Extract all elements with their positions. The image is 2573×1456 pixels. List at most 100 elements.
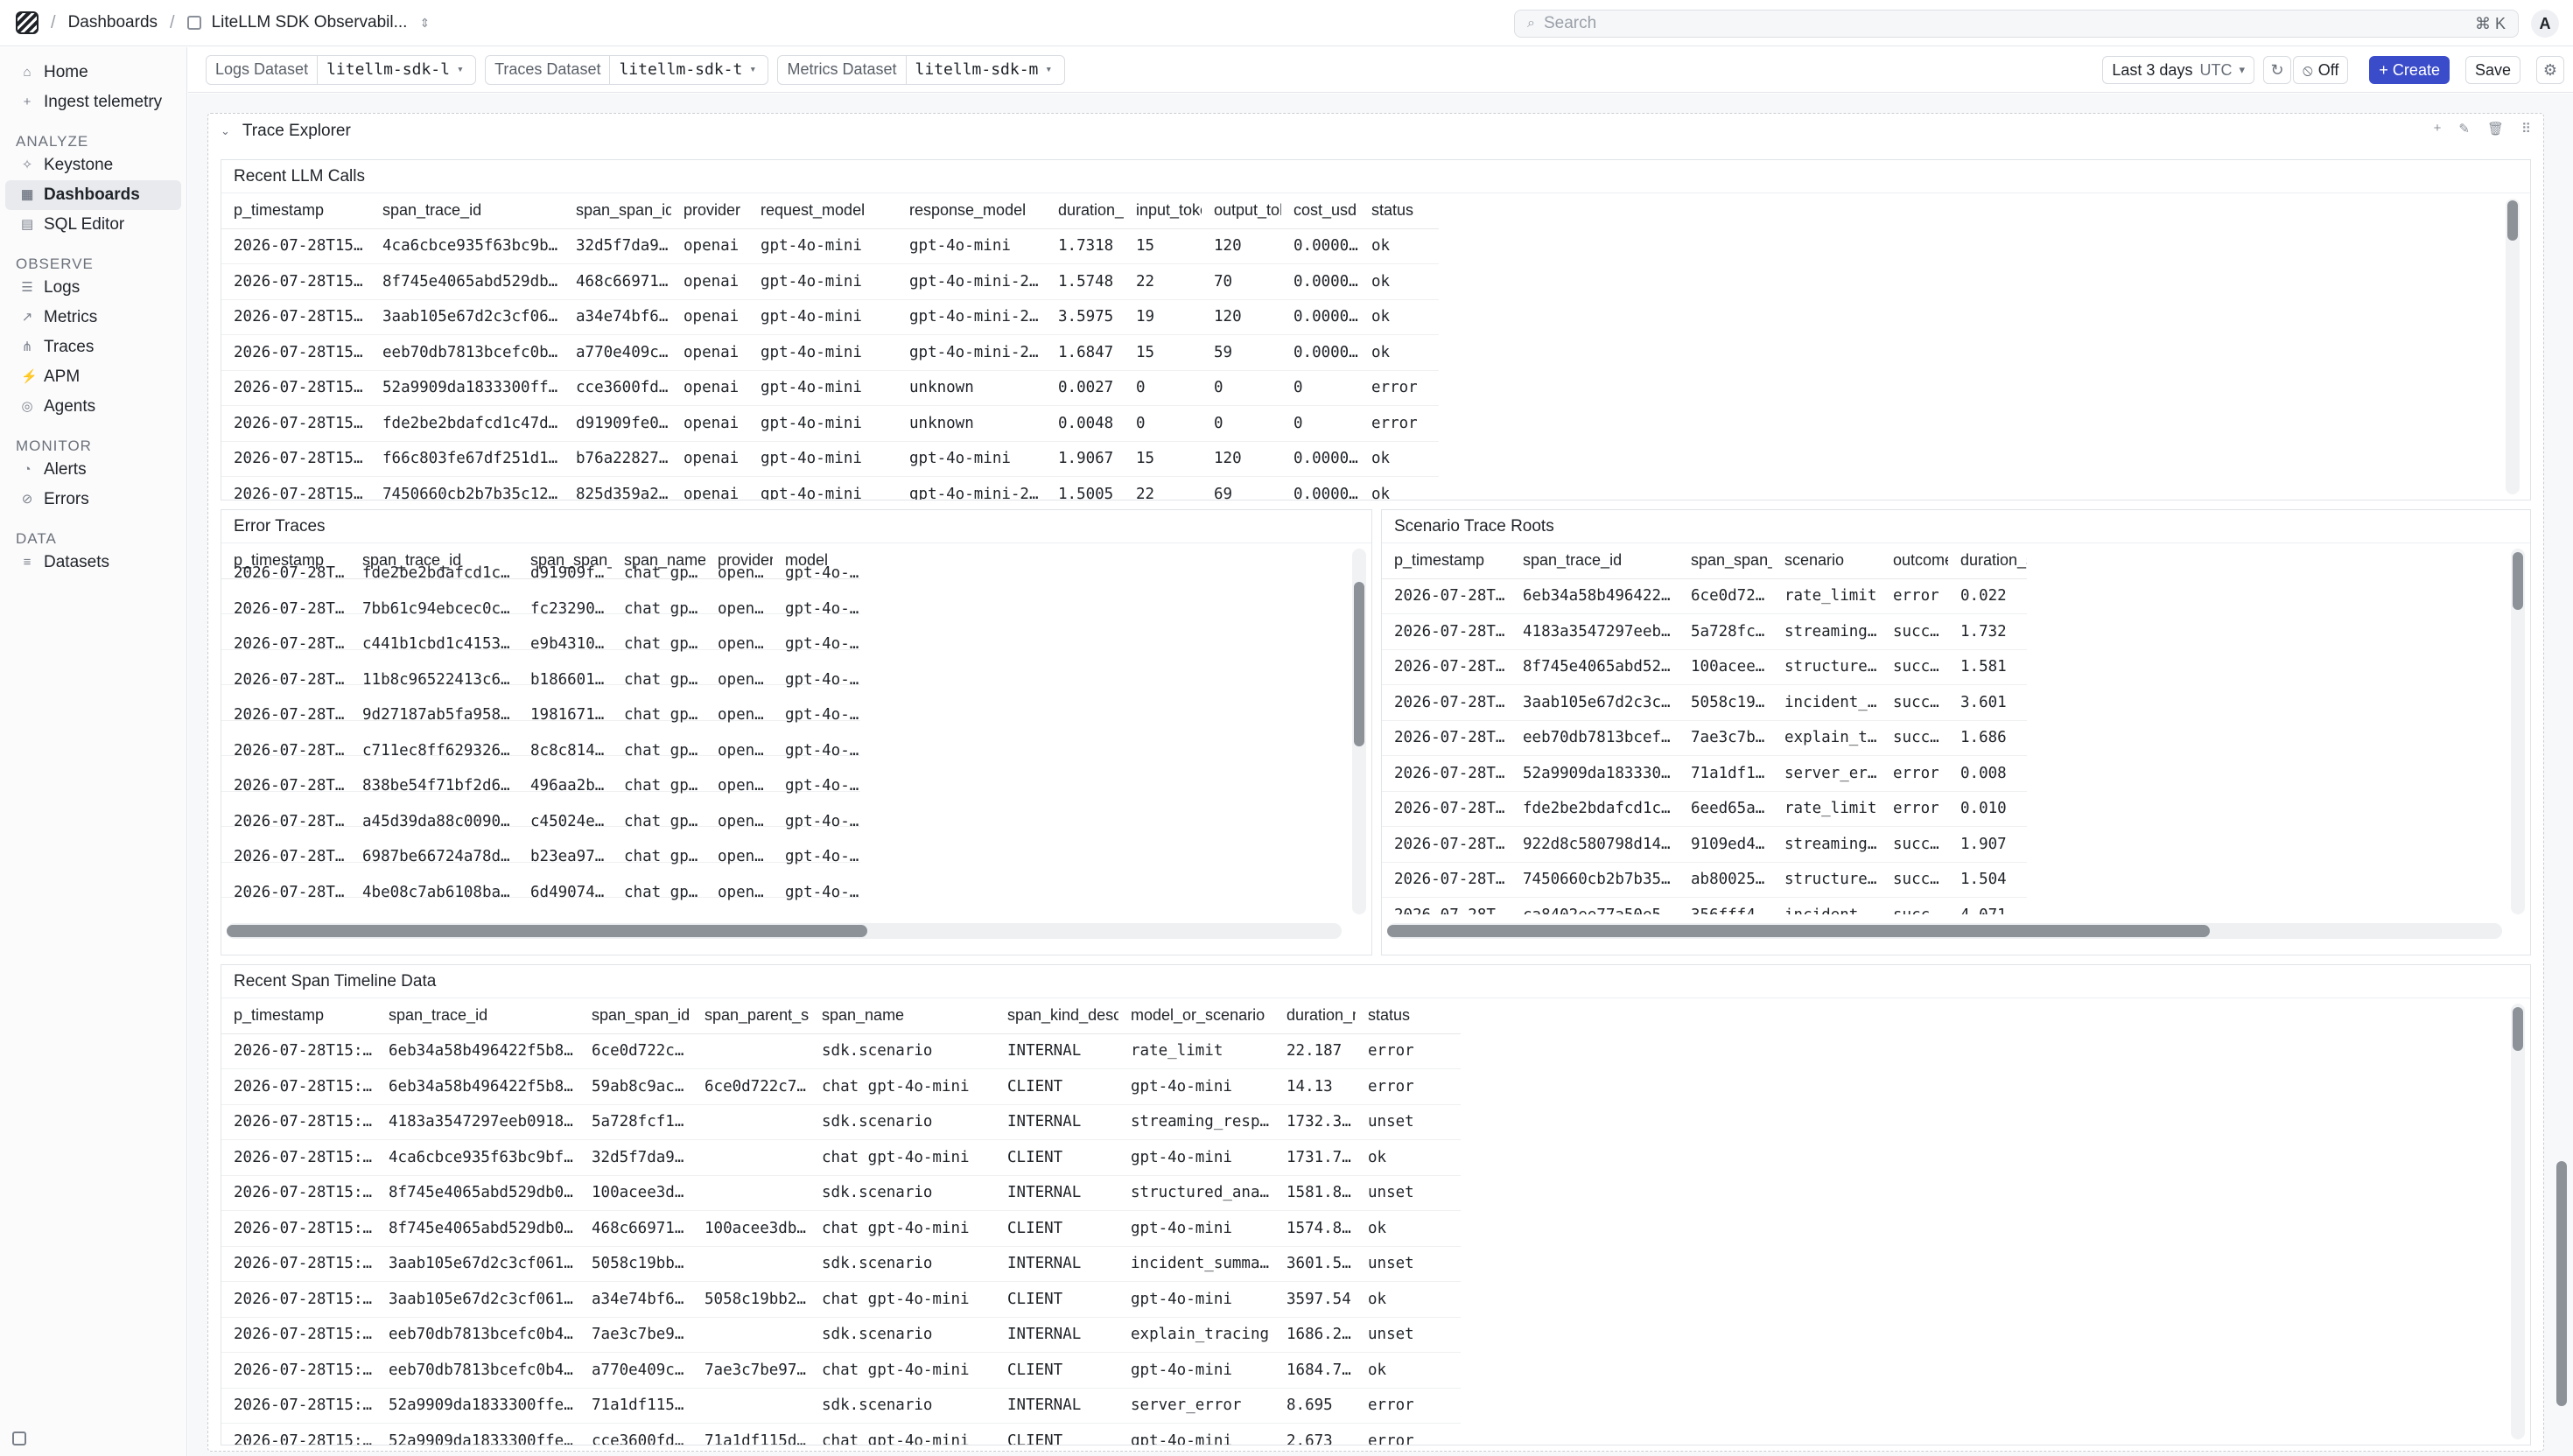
column-header-scenario[interactable]: scenario [1772, 543, 1881, 579]
page-scrollbar[interactable] [2554, 1161, 2569, 1406]
table-row[interactable]: 2026-07-28T15:24:54.1126eb34a58b496422f5… [1382, 578, 2027, 614]
column-header-p-timestamp[interactable]: p_timestamp [221, 193, 370, 229]
sidebar-item-datasets[interactable]: ≡ Datasets [5, 548, 181, 578]
section-header[interactable]: ⌄ Trace Explorer [208, 114, 2543, 149]
table-row[interactable]: 2026-07-28T15:24:47.8114183a3547297eeb09… [1382, 613, 2027, 650]
sidebar-toggle-icon[interactable] [12, 1432, 26, 1446]
column-header-span-span-id[interactable]: span_span_id [579, 998, 692, 1034]
auto-refresh-toggle[interactable]: ⦸ Off [2292, 56, 2349, 84]
delete-icon[interactable]: 🗑 [2487, 121, 2504, 136]
vertical-scrollbar[interactable] [1352, 549, 1366, 914]
table-row[interactable]: 2026-07-28T15:24:47.8114183a3547297eeb09… [221, 1104, 1461, 1140]
column-header-status[interactable]: status [1359, 193, 1439, 229]
drag-handle-icon[interactable]: ⠿ [2521, 121, 2531, 136]
vertical-scrollbar[interactable] [2511, 1004, 2525, 1439]
avatar[interactable]: A [2531, 10, 2559, 38]
chevron-down-icon[interactable]: ⌄ [221, 124, 230, 138]
table-row[interactable]: 2026-07-28T15:24:54.1126eb34a58b496422f5… [221, 1068, 1461, 1105]
table-row[interactable]: 2026-07-28T15:23:37.575f66c803fe67df251d… [221, 441, 1439, 477]
column-header-duration-ms[interactable]: duration_ms [1274, 998, 1356, 1034]
column-header-span-name[interactable]: span_name [810, 998, 995, 1034]
sidebar-item-keystone[interactable]: ✧ Keystone [5, 150, 181, 180]
column-header-p-timestamp[interactable]: p_timestamp [221, 998, 376, 1034]
save-button[interactable]: Save [2464, 56, 2520, 84]
sidebar-item-errors[interactable]: ⊘ Errors [5, 485, 181, 514]
table-row[interactable]: 2026-07-28T15:24:32.7768f745e4065abd529d… [221, 1175, 1461, 1211]
table-row[interactable]: 2026-07-28T15:20:21.998838be54f71bf2d62c… [221, 768, 860, 804]
table-row[interactable]: 2026-07-28T15:24:47.8114ca6cbce935f63bc9… [221, 1139, 1461, 1176]
breadcrumb-dashboards[interactable]: Dashboards [68, 13, 158, 32]
column-header-duration-s[interactable]: duration_s [1046, 193, 1124, 229]
table-row[interactable]: 2026-07-28T15:21:37.22611b8c96522413c618… [221, 662, 860, 698]
column-header-span-kind-description[interactable]: span_kind_description [995, 998, 1118, 1034]
table-row[interactable]: 2026-07-28T15:24:07.685eeb70db7813bcefc0… [1382, 720, 2027, 756]
table-row[interactable]: 2026-07-28T15:24:47.8114ca6cbce935f63bc9… [221, 228, 1439, 264]
column-header-model-or-scenario[interactable]: model_or_scenario [1118, 998, 1274, 1034]
column-header-request-model[interactable]: request_model [748, 193, 897, 229]
column-header-provider[interactable]: provider [671, 193, 748, 229]
table-row[interactable]: 2026-07-28T15:23:47.610fde2be2bdafcd1c47… [221, 405, 1439, 442]
traces-dataset-select[interactable]: litellm-sdk-t ▾ [610, 56, 768, 84]
column-header-input-tokens[interactable]: input_tokens [1124, 193, 1202, 229]
table-row[interactable]: 2026-07-28T15:23:37.575922d8c580798d14fa… [1382, 826, 2027, 863]
table-row[interactable]: 2026-07-28T15:24:54.1126eb34a58b496422f5… [221, 1033, 1461, 1069]
table-row[interactable]: 2026-07-28T15:24:32.7768f745e4065abd529d… [221, 1210, 1461, 1247]
table-row[interactable]: 2026-07-28T15:23:57.65352a9909da1833300f… [221, 1388, 1461, 1424]
sidebar-item-ingest-telemetry[interactable]: + Ingest telemetry [5, 88, 181, 117]
table-row[interactable]: 2026-07-28T15:24:22.7223aab105e67d2c3cf0… [221, 1246, 1461, 1282]
horizontal-scrollbar[interactable] [1387, 923, 2502, 939]
table-row[interactable]: 2026-07-28T15:23:12.507ca8402ee77a50e560… [1382, 897, 2027, 914]
table-row[interactable]: 2026-07-28T15:24:07.685eeb70db7813bcefc0… [221, 334, 1439, 371]
table-row[interactable]: 2026-07-28T15:24:32.7768f745e4065abd529d… [1382, 649, 2027, 685]
table-row[interactable]: 2026-07-28T15:23:57.65352a9909da1833300f… [1382, 755, 2027, 792]
table-row[interactable]: 2026-07-28T15:22:47.4367bb61c94ebcec0c87… [221, 591, 860, 627]
column-header-p-timestamp[interactable]: p_timestamp [1382, 543, 1511, 579]
edit-icon[interactable]: ✎ [2458, 121, 2470, 136]
sidebar-item-traces[interactable]: ⋔ Traces [5, 332, 181, 362]
table-row[interactable]: 2026-07-28T15:20:32.031c711ec8ff62932600… [221, 732, 860, 769]
vertical-scrollbar[interactable] [2506, 199, 2520, 494]
table-row[interactable]: 2026-07-28T15:23:47.610fde2be2bdafcd1c47… [221, 556, 860, 592]
column-header-span-parent-span-id[interactable]: span_parent_span_id [692, 998, 810, 1034]
column-header-span-trace-id[interactable]: span_trace_id [376, 998, 579, 1034]
column-header-response-model[interactable]: response_model [897, 193, 1046, 229]
sidebar-item-sql-editor[interactable]: ▤ SQL Editor [5, 210, 181, 240]
table-row[interactable]: 2026-07-28T15:24:32.7768f745e4065abd529d… [221, 263, 1439, 300]
chevron-updown-icon[interactable]: ⇕ [419, 16, 430, 31]
column-header-span-trace-id[interactable]: span_trace_id [370, 193, 564, 229]
metrics-dataset-select[interactable]: litellm-sdk-m ▾ [907, 56, 1064, 84]
app-logo-icon[interactable] [16, 11, 39, 34]
sidebar-item-apm[interactable]: ⚡ APM [5, 362, 181, 392]
column-header-outcome[interactable]: outcome [1881, 543, 1948, 579]
sidebar-item-metrics[interactable]: ↗ Metrics [5, 303, 181, 332]
create-button[interactable]: + Create [2369, 56, 2450, 84]
horizontal-scrollbar[interactable] [227, 923, 1342, 939]
table-row[interactable]: 2026-07-28T15:15:45.7626987be66724a78d31… [221, 839, 860, 875]
vertical-scrollbar[interactable] [2511, 549, 2525, 914]
table-row[interactable]: 2026-07-28T15:24:22.7223aab105e67d2c3cf0… [221, 299, 1439, 335]
settings-button[interactable]: ⚙ [2536, 56, 2564, 84]
time-range-picker[interactable]: Last 3 days UTC ▾ [2102, 56, 2254, 84]
logs-dataset-select[interactable]: litellm-sdk-l ▾ [318, 56, 475, 84]
table-row[interactable]: 2026-07-28T15:23:57.65352a9909da1833300f… [221, 1423, 1461, 1445]
table-row[interactable]: 2026-07-28T15:23:57.65352a9909da1833300f… [221, 370, 1439, 406]
table-row[interactable]: 2026-07-28T15:24:22.7223aab105e67d2c3cf0… [1382, 684, 2027, 721]
table-row[interactable]: 2026-07-28T15:23:22.5427450660cb2b7b35c1… [221, 476, 1439, 500]
column-header-cost-usd[interactable]: cost_usd [1281, 193, 1359, 229]
column-header-span-span-id[interactable]: span_span_id [564, 193, 671, 229]
table-row[interactable]: 2026-07-28T15:21:27.1999d27187ab5fa9585c… [221, 697, 860, 733]
column-header-duration-s[interactable]: duration_s [1948, 543, 2027, 579]
table-row[interactable]: 2026-07-28T15:24:22.7223aab105e67d2c3cf0… [221, 1281, 1461, 1318]
table-row[interactable]: 2026-07-28T15:23:22.5427450660cb2b7b35c1… [1382, 862, 2027, 898]
add-icon[interactable]: + [2434, 121, 2442, 136]
table-row[interactable]: 2026-07-28T15:23:47.610fde2be2bdafcd1c47… [1382, 791, 2027, 827]
column-header-span-trace-id[interactable]: span_trace_id [1511, 543, 1679, 579]
sidebar-item-dashboards[interactable]: ▦ Dashboards [5, 180, 181, 210]
table-row[interactable]: 2026-07-28T15:24:07.685eeb70db7813bcefc0… [221, 1317, 1461, 1353]
column-header-status[interactable]: status [1356, 998, 1461, 1034]
column-header-span-span-id[interactable]: span_span_id [1679, 543, 1772, 579]
search-input[interactable]: ⌕ Search ⌘ K [1514, 10, 2519, 38]
table-row[interactable]: 2026-07-28T15:15:45.762a45d39da88c00902a… [221, 803, 860, 840]
column-header-output-tokens[interactable]: output_tokens [1202, 193, 1281, 229]
refresh-button[interactable]: ↻ [2262, 56, 2291, 84]
